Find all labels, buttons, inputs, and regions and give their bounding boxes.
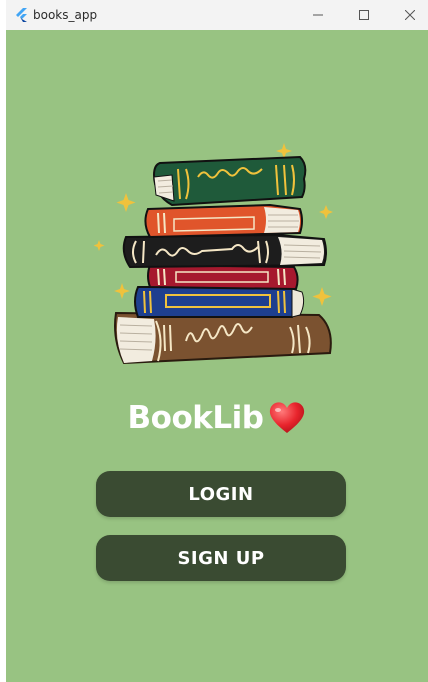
signup-button-label: SIGN UP: [177, 547, 265, 569]
heart-icon: [270, 402, 305, 433]
app-title: BookLib: [127, 400, 264, 436]
orange-book: [144, 203, 303, 239]
minimize-icon: [313, 14, 323, 16]
close-button[interactable]: [387, 0, 428, 30]
brand: BookLib: [6, 400, 428, 436]
maximize-button[interactable]: [341, 0, 387, 30]
green-book: [152, 155, 307, 207]
flutter-icon: [16, 8, 27, 22]
main-content: BookLib LOGIN SIGN UP: [6, 30, 428, 682]
minimize-button[interactable]: [295, 0, 341, 30]
book-stack-illustration: [94, 143, 333, 365]
window-title: books_app: [33, 8, 98, 22]
signup-button[interactable]: SIGN UP: [96, 535, 346, 581]
blue-book: [134, 286, 305, 318]
login-button-label: LOGIN: [188, 483, 254, 505]
maximize-icon: [359, 10, 369, 20]
brown-book: [114, 311, 332, 365]
login-button[interactable]: LOGIN: [96, 471, 346, 517]
black-book: [122, 233, 327, 269]
close-icon: [405, 10, 415, 20]
app-window: books_app BookLib LOGIN SIGN UP: [6, 0, 428, 682]
title-bar: books_app: [6, 0, 428, 30]
red-book: [147, 263, 299, 291]
